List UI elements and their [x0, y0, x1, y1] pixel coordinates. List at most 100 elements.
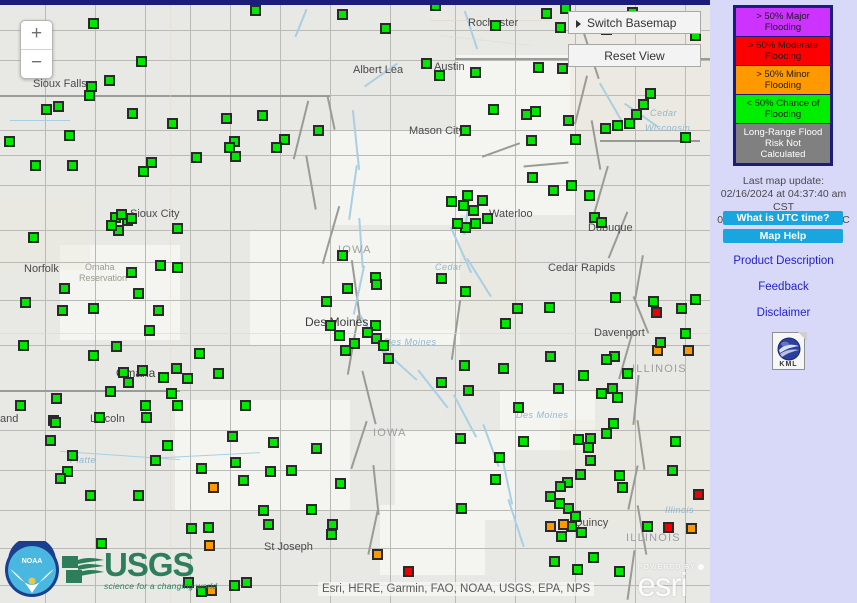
gauge-marker[interactable]: [642, 521, 653, 532]
gauge-marker[interactable]: [512, 303, 523, 314]
gauge-marker[interactable]: [59, 283, 70, 294]
gauge-marker[interactable]: [372, 549, 383, 560]
gauge-marker[interactable]: [371, 279, 382, 290]
gauge-marker[interactable]: [544, 302, 555, 313]
gauge-marker[interactable]: [172, 223, 183, 234]
gauge-marker[interactable]: [126, 267, 137, 278]
gauge-marker[interactable]: [468, 205, 479, 216]
gauge-marker[interactable]: [549, 556, 560, 567]
gauge-marker[interactable]: [421, 58, 432, 69]
zoom-out-button[interactable]: −: [21, 50, 52, 78]
gauge-marker[interactable]: [196, 463, 207, 474]
gauge-marker[interactable]: [553, 383, 564, 394]
gauge-marker[interactable]: [194, 348, 205, 359]
gauge-marker[interactable]: [105, 386, 116, 397]
gauge-marker[interactable]: [600, 123, 611, 134]
gauge-marker[interactable]: [624, 118, 635, 129]
gauge-marker[interactable]: [172, 400, 183, 411]
gauge-marker[interactable]: [136, 56, 147, 67]
gauge-marker[interactable]: [458, 200, 469, 211]
gauge-marker[interactable]: [166, 388, 177, 399]
gauge-marker[interactable]: [460, 286, 471, 297]
gauge-marker[interactable]: [227, 431, 238, 442]
gauge-marker[interactable]: [383, 353, 394, 364]
gauge-marker[interactable]: [240, 400, 251, 411]
gauge-marker[interactable]: [463, 385, 474, 396]
gauge-marker[interactable]: [104, 75, 115, 86]
gauge-marker[interactable]: [67, 160, 78, 171]
gauge-marker[interactable]: [541, 8, 552, 19]
gauge-marker[interactable]: [436, 377, 447, 388]
gauge-marker[interactable]: [45, 435, 56, 446]
gauge-marker[interactable]: [182, 373, 193, 384]
gauge-marker[interactable]: [221, 113, 232, 124]
gauge-marker[interactable]: [583, 442, 594, 453]
gauge-marker[interactable]: [88, 303, 99, 314]
gauge-marker[interactable]: [111, 341, 122, 352]
gauge-marker[interactable]: [622, 368, 633, 379]
gauge-marker[interactable]: [614, 470, 625, 481]
gauge-marker[interactable]: [490, 20, 501, 31]
gauge-marker[interactable]: [663, 522, 674, 533]
gauge-marker[interactable]: [612, 392, 623, 403]
gauge-marker[interactable]: [563, 115, 574, 126]
gauge-marker[interactable]: [470, 67, 481, 78]
gauge-marker[interactable]: [326, 529, 337, 540]
gauge-marker[interactable]: [576, 527, 587, 538]
gauge-marker[interactable]: [321, 296, 332, 307]
gauge-marker[interactable]: [162, 440, 173, 451]
gauge-marker[interactable]: [263, 519, 274, 530]
gauge-marker[interactable]: [158, 372, 169, 383]
gauge-marker[interactable]: [452, 218, 463, 229]
gauge-marker[interactable]: [64, 130, 75, 141]
gauge-marker[interactable]: [337, 250, 348, 261]
gauge-marker[interactable]: [596, 217, 607, 228]
gauge-marker[interactable]: [596, 388, 607, 399]
gauge-marker[interactable]: [612, 120, 623, 131]
gauge-marker[interactable]: [268, 437, 279, 448]
product-description-link[interactable]: Product Description: [710, 255, 857, 267]
gauge-marker[interactable]: [337, 9, 348, 20]
gauge-marker[interactable]: [676, 303, 687, 314]
gauge-marker[interactable]: [446, 196, 457, 207]
gauge-marker[interactable]: [257, 110, 268, 121]
gauge-marker[interactable]: [683, 345, 694, 356]
zoom-control[interactable]: + −: [20, 20, 53, 79]
gauge-marker[interactable]: [133, 490, 144, 501]
gauge-marker[interactable]: [556, 531, 567, 542]
gauge-marker[interactable]: [138, 166, 149, 177]
gauge-marker[interactable]: [482, 213, 493, 224]
gauge-marker[interactable]: [230, 151, 241, 162]
gauge-marker[interactable]: [645, 88, 656, 99]
gauge-marker[interactable]: [208, 482, 219, 493]
gauge-marker[interactable]: [313, 125, 324, 136]
gauge-marker[interactable]: [584, 190, 595, 201]
gauge-marker[interactable]: [680, 328, 691, 339]
gauge-marker[interactable]: [527, 172, 538, 183]
gauge-marker[interactable]: [340, 345, 351, 356]
gauge-marker[interactable]: [106, 220, 117, 231]
gauge-marker[interactable]: [57, 305, 68, 316]
gauge-marker[interactable]: [250, 5, 261, 16]
gauge-marker[interactable]: [172, 262, 183, 273]
gauge-marker[interactable]: [680, 132, 691, 143]
gauge-marker[interactable]: [116, 209, 127, 220]
gauge-marker[interactable]: [545, 521, 556, 532]
gauge-marker[interactable]: [690, 294, 701, 305]
gauge-marker[interactable]: [456, 503, 467, 514]
gauge-marker[interactable]: [229, 580, 240, 591]
gauge-marker[interactable]: [555, 22, 566, 33]
gauge-marker[interactable]: [572, 564, 583, 575]
gauge-marker[interactable]: [488, 104, 499, 115]
gauge-marker[interactable]: [15, 400, 26, 411]
map-canvas[interactable]: RochesterAlbert LeaAustinMason CityWater…: [0, 0, 710, 603]
gauge-marker[interactable]: [203, 522, 214, 533]
gauge-marker[interactable]: [545, 351, 556, 362]
gauge-marker[interactable]: [155, 260, 166, 271]
feedback-link[interactable]: Feedback: [710, 281, 857, 293]
zoom-in-button[interactable]: +: [21, 21, 52, 50]
gauge-marker[interactable]: [84, 90, 95, 101]
gauge-marker[interactable]: [342, 283, 353, 294]
gauge-marker[interactable]: [140, 400, 151, 411]
gauge-marker[interactable]: [271, 142, 282, 153]
